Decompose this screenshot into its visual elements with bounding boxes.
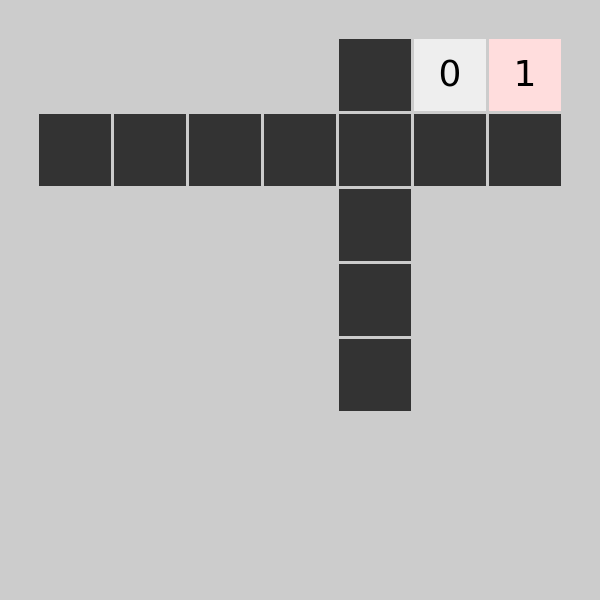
game-board: 01 (0, 0, 600, 600)
grid-cell[interactable] (39, 114, 111, 186)
grid-cell[interactable] (489, 114, 561, 186)
number-cell[interactable]: 0 (414, 39, 486, 111)
grid-cell[interactable] (189, 114, 261, 186)
grid-cell[interactable] (339, 39, 411, 111)
grid-cell[interactable] (264, 114, 336, 186)
grid-cell[interactable] (114, 114, 186, 186)
grid-cell[interactable] (339, 189, 411, 261)
grid-cell[interactable] (414, 114, 486, 186)
grid-cell[interactable] (339, 114, 411, 186)
grid-cell[interactable] (339, 264, 411, 336)
number-cell[interactable]: 1 (489, 39, 561, 111)
cell-number: 0 (438, 54, 462, 95)
cell-number: 1 (513, 54, 537, 95)
grid-cell[interactable] (339, 339, 411, 411)
